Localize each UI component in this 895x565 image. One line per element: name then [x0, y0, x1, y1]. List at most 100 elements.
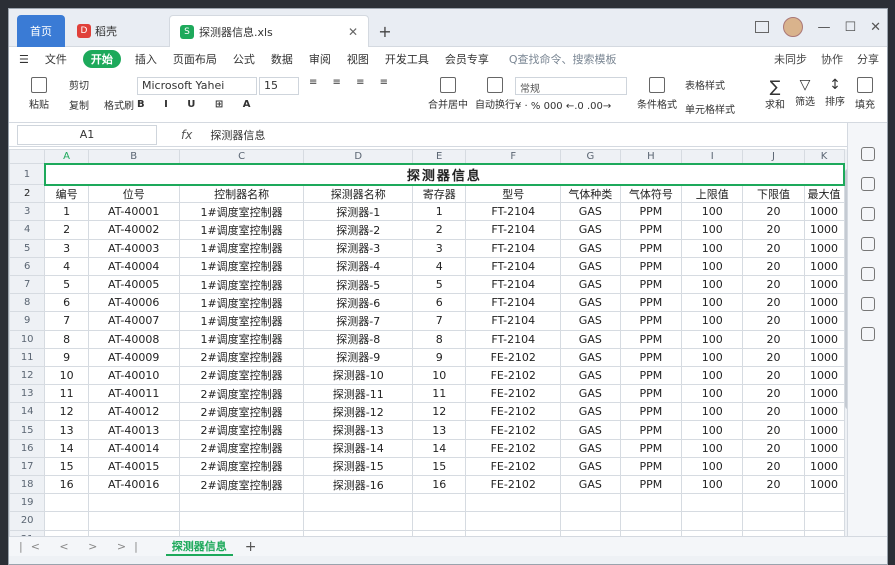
collab-button[interactable]: 协作 [821, 51, 843, 67]
table-cell[interactable]: 16 [411, 474, 467, 495]
table-cell[interactable]: 100 [681, 329, 744, 349]
table-cell[interactable]: GAS [560, 293, 621, 313]
table-cell[interactable]: AT-40004 [87, 256, 180, 276]
menu-start[interactable]: 开始 [82, 50, 121, 68]
table-cell[interactable]: GAS [560, 438, 621, 458]
table-cell[interactable]: 2 [411, 220, 467, 240]
table-cell[interactable]: PPM [619, 402, 683, 422]
table-cell[interactable] [681, 493, 744, 513]
table-header-cell[interactable]: 位号 [87, 183, 180, 204]
command-search[interactable]: Q查找命令、搜索模板 [509, 51, 617, 67]
column-header[interactable]: F [465, 149, 562, 164]
new-tab-button[interactable]: + [373, 15, 397, 47]
table-cell[interactable]: 11 [411, 384, 467, 404]
table-cell[interactable]: GAS [560, 256, 621, 276]
name-box[interactable]: A1 [17, 124, 157, 145]
table-cell[interactable]: 7 [44, 311, 89, 331]
table-cell[interactable]: 14 [411, 438, 467, 458]
extension-icon[interactable] [861, 327, 875, 341]
table-cell[interactable]: 探测器-5 [303, 274, 413, 295]
table-cell[interactable]: 1000 [803, 274, 845, 295]
table-header-cell[interactable]: 最大值 [803, 183, 845, 204]
row-header[interactable]: 19 [9, 493, 46, 513]
table-cell[interactable] [465, 493, 562, 513]
table-cell[interactable]: 1 [411, 202, 467, 222]
table-cell[interactable]: 11 [44, 384, 89, 404]
merge-center-button[interactable]: 合并居中 [423, 77, 473, 111]
row-header[interactable]: 14 [9, 402, 46, 422]
table-cell[interactable]: GAS [560, 202, 621, 222]
table-cell[interactable]: AT-40014 [87, 438, 180, 458]
number-format-select[interactable]: 常规 [515, 77, 627, 95]
table-cell[interactable]: 16 [44, 474, 89, 495]
table-cell[interactable]: FT-2104 [465, 220, 562, 240]
table-cell[interactable]: 100 [681, 311, 744, 331]
table-cell[interactable]: PPM [619, 420, 683, 440]
table-cell[interactable]: AT-40003 [87, 238, 180, 258]
table-cell[interactable]: PPM [619, 365, 683, 386]
table-cell[interactable]: 1#调度室控制器 [178, 238, 305, 258]
menu-item-1[interactable]: 页面布局 [173, 51, 217, 67]
table-cell[interactable]: PPM [619, 311, 683, 331]
table-cell[interactable]: AT-40002 [87, 220, 180, 240]
table-style-button[interactable]: 表格样式 [685, 77, 749, 92]
table-cell[interactable]: AT-40010 [87, 365, 180, 386]
table-cell[interactable]: 15 [44, 456, 89, 477]
column-header[interactable]: E [411, 149, 467, 164]
row-header[interactable]: 9 [9, 311, 46, 331]
row-header[interactable]: 17 [9, 456, 46, 477]
table-cell[interactable]: FT-2104 [465, 238, 562, 258]
fill-button[interactable]: 填充 [851, 77, 879, 111]
table-cell[interactable]: PPM [619, 347, 683, 367]
table-cell[interactable]: AT-40001 [87, 202, 180, 222]
table-cell[interactable]: 1#调度室控制器 [178, 202, 305, 222]
table-cell[interactable]: 1000 [803, 238, 845, 258]
row-header[interactable]: 8 [9, 293, 46, 313]
table-cell[interactable] [87, 493, 180, 513]
table-cell[interactable]: 20 [742, 456, 805, 477]
sum-button[interactable]: ∑ 求和 [761, 77, 789, 111]
row-header[interactable]: 11 [9, 347, 46, 367]
table-cell[interactable]: 1000 [803, 456, 845, 477]
table-header-cell[interactable]: 编号 [44, 183, 89, 204]
table-cell[interactable]: 20 [742, 438, 805, 458]
table-cell[interactable]: FT-2104 [465, 256, 562, 276]
column-header[interactable]: J [742, 149, 805, 164]
menu-item-6[interactable]: 开发工具 [385, 51, 429, 67]
table-header-cell[interactable]: 寄存器 [411, 183, 467, 204]
table-cell[interactable]: 1000 [803, 384, 845, 404]
select-all-corner[interactable] [9, 149, 46, 164]
table-cell[interactable] [681, 511, 744, 531]
menu-item-5[interactable]: 视图 [347, 51, 369, 67]
table-cell[interactable]: 8 [411, 329, 467, 349]
row-header[interactable]: 6 [9, 256, 46, 276]
table-cell[interactable] [87, 511, 180, 531]
maximize-icon[interactable]: ☐ [844, 20, 856, 35]
table-cell[interactable]: GAS [560, 274, 621, 295]
menu-item-4[interactable]: 审阅 [309, 51, 331, 67]
cell-table[interactable]: A B C D E F G H I J K 1 探测器信息 2 编号 位号 控制… [9, 149, 845, 536]
table-cell[interactable]: 1000 [803, 347, 845, 367]
table-cell[interactable] [619, 511, 683, 531]
table-cell[interactable]: 探测器-6 [303, 293, 413, 313]
format-painter-button[interactable]: 格式刷 [99, 97, 139, 112]
table-cell[interactable]: 6 [44, 293, 89, 313]
table-cell[interactable]: 1#调度室控制器 [178, 220, 305, 240]
table-cell[interactable]: 20 [742, 220, 805, 240]
table-cell[interactable]: PPM [619, 220, 683, 240]
table-cell[interactable] [303, 493, 413, 513]
history-icon[interactable] [861, 267, 875, 281]
table-cell[interactable]: 1000 [803, 438, 845, 458]
table-cell[interactable]: 4 [44, 256, 89, 276]
table-cell[interactable]: GAS [560, 384, 621, 404]
table-cell[interactable]: FE-2102 [465, 365, 562, 386]
sheet-title-cell[interactable]: 探测器信息 [43, 162, 845, 186]
table-cell[interactable] [560, 493, 621, 513]
table-cell[interactable]: 20 [742, 274, 805, 295]
table-cell[interactable]: 20 [742, 311, 805, 331]
row-header[interactable]: 4 [9, 220, 46, 240]
table-cell[interactable]: FT-2104 [465, 329, 562, 349]
row-header[interactable]: 15 [9, 420, 46, 440]
row-header[interactable]: 1 [9, 163, 46, 185]
menu-item-3[interactable]: 数据 [271, 51, 293, 67]
